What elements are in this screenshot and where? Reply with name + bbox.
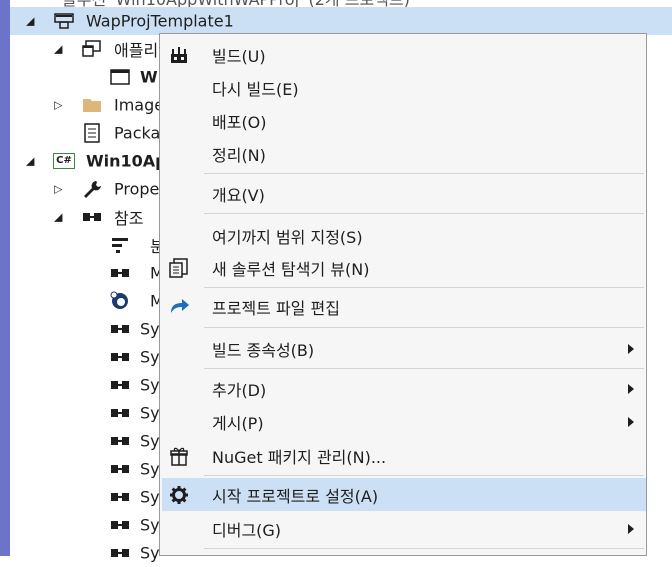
menu-item-label: NuGet 패키지 관리(N)... [212, 447, 387, 467]
tree-row-label: Sy [140, 459, 160, 479]
gear-icon [168, 484, 190, 506]
submenu-arrow-icon [628, 416, 634, 427]
reference-icon [110, 319, 130, 339]
nuget-icon [168, 445, 190, 467]
build-icon [168, 44, 190, 66]
reference-icon [82, 207, 102, 227]
tree-row-label: Sy [140, 319, 160, 339]
menu-item-publish[interactable]: 게시(P) [162, 405, 646, 438]
menu-separator [204, 475, 644, 476]
reference-icon [110, 403, 130, 423]
tree-row-label: WapProjTemplate1 [86, 11, 234, 31]
menu-separator [204, 287, 644, 288]
submenu-arrow-icon [628, 343, 634, 354]
sdk-reference-icon [110, 291, 130, 311]
menu-separator [204, 213, 644, 214]
csharp-project-icon: C# [53, 151, 75, 171]
menu-item-edit-project-file[interactable]: 프로젝트 파일 편집 [162, 290, 646, 323]
menu-item-label: 추가(D) [212, 380, 267, 400]
menu-item-build-dependencies[interactable]: 빌드 종속성(B) [162, 332, 646, 365]
tree-row-label: 참조 [114, 209, 144, 228]
wrench-icon [82, 179, 102, 199]
reference-icon [110, 515, 130, 535]
menu-item-label: 프로젝트 파일 편집 [212, 298, 340, 318]
csharp-badge: C# [53, 153, 75, 169]
menu-separator [204, 548, 644, 549]
menu-item-debug[interactable]: 디버그(G) [162, 512, 646, 545]
reference-icon [110, 431, 130, 451]
menu-item-set-startup-project[interactable]: 시작 프로젝트로 설정(A) [162, 478, 646, 511]
menu-item-label: 게시(P) [212, 413, 264, 433]
menu-item-label: 다시 빌드(E) [212, 79, 299, 99]
menu-item-label: 정리(N) [212, 145, 266, 165]
tree-row-wapproj[interactable]: ◢ WapProjTemplate1 [10, 7, 672, 35]
tree-row-label: Sy [140, 347, 160, 367]
window-icon [110, 67, 130, 87]
tree-row-label: Sy [140, 375, 160, 395]
collapse-arrow-icon[interactable]: ◢ [26, 155, 34, 168]
context-menu: 빌드(U) 다시 빌드(E) 배포(O) 정리(N) 개요(V) 여기까지 범위… [159, 33, 647, 556]
submenu-arrow-icon [628, 383, 634, 394]
menu-item-label: 여기까지 범위 지정(S) [212, 227, 363, 247]
edit-project-file-icon [168, 296, 190, 318]
submenu-arrow-icon [628, 523, 634, 534]
tree-row-label: Sy [140, 431, 160, 451]
menu-item-new-solution-view[interactable]: 새 솔루션 탐색기 뷰(N) [162, 251, 646, 284]
reference-icon [110, 347, 130, 367]
tree-row-label: Sy [140, 543, 160, 563]
reference-icon [110, 263, 130, 283]
menu-item-label: 배포(O) [212, 112, 267, 132]
collapse-arrow-icon[interactable]: ◢ [26, 15, 34, 28]
reference-icon [110, 487, 130, 507]
menu-item-clean[interactable]: 정리(N) [162, 137, 646, 170]
manifest-icon [82, 123, 102, 143]
menu-item-scope-to-this[interactable]: 여기까지 범위 지정(S) [162, 219, 646, 252]
analyzer-icon [110, 235, 130, 255]
menu-separator [204, 368, 644, 369]
folder-icon [82, 95, 102, 115]
menu-item-build[interactable]: 빌드(U) [162, 38, 646, 71]
collapse-arrow-icon[interactable]: ◢ [54, 211, 62, 224]
menu-item-label: 시작 프로젝트로 설정(A) [212, 486, 379, 506]
menu-item-label: 디버그(G) [212, 520, 282, 540]
tree-row-label: Sy [140, 515, 160, 535]
menu-item-label: 새 솔루션 탐색기 뷰(N) [212, 259, 370, 279]
menu-item-label: 빌드(U) [212, 46, 266, 66]
menu-separator [204, 173, 644, 174]
tree-row-label: Sy [140, 487, 160, 507]
reference-icon [110, 459, 130, 479]
expand-arrow-icon[interactable]: ▷ [54, 99, 62, 112]
reference-icon [110, 375, 130, 395]
menu-item-label: 빌드 종속성(B) [212, 340, 315, 360]
menu-item-manage-nuget[interactable]: NuGet 패키지 관리(N)... [162, 439, 646, 472]
reference-icon [110, 543, 130, 563]
expand-arrow-icon[interactable]: ▷ [54, 183, 62, 196]
menu-item-label: 개요(V) [212, 185, 265, 205]
new-solution-view-icon [168, 257, 190, 279]
menu-item-overview[interactable]: 개요(V) [162, 177, 646, 210]
collapse-arrow-icon[interactable]: ◢ [54, 43, 62, 56]
menu-item-deploy[interactable]: 배포(O) [162, 104, 646, 137]
tree-row-label: Sy [140, 403, 160, 423]
menu-item-rebuild[interactable]: 다시 빌드(E) [162, 71, 646, 104]
menu-item-add[interactable]: 추가(D) [162, 372, 646, 405]
menu-separator [204, 327, 644, 328]
package-project-icon [54, 11, 74, 31]
editor-left-border [0, 0, 10, 556]
applications-folder-icon [82, 39, 102, 59]
tree-row-label: W [140, 67, 158, 87]
